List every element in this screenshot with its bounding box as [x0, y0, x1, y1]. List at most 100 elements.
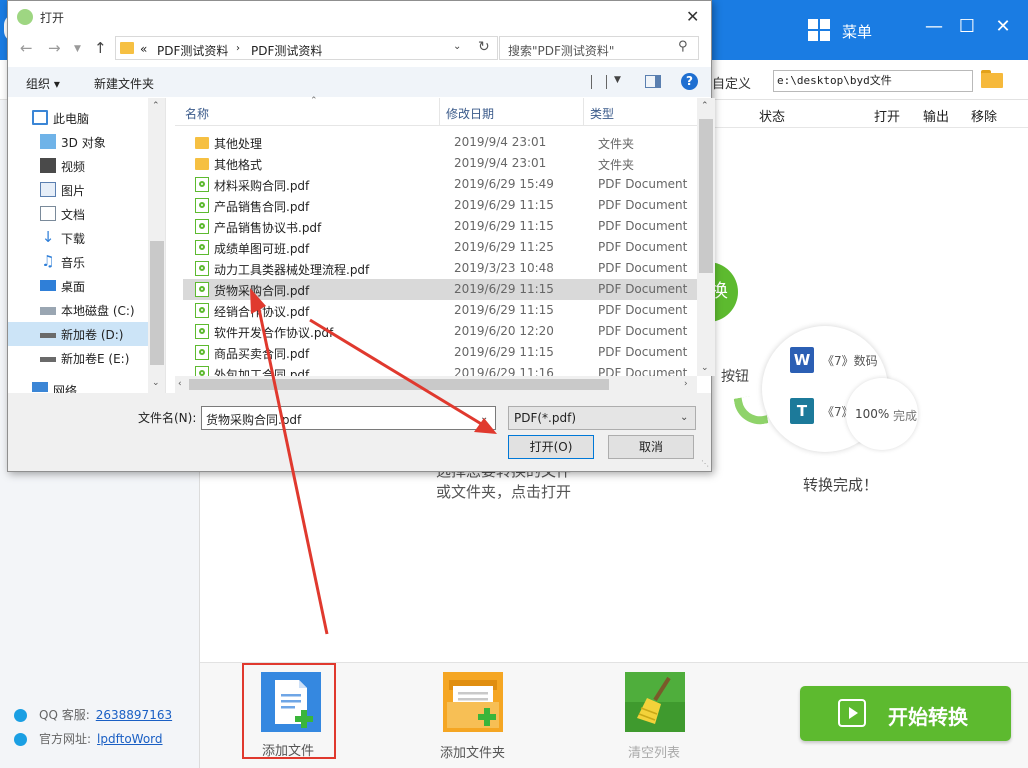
file-row[interactable]: 外包加工合同.pdf 2019/6/29 11:16 PDF Document	[183, 363, 697, 377]
filename-input[interactable]: 货物采购合同.pdf ⌄	[201, 406, 496, 430]
view-options-icon[interactable]	[591, 75, 607, 89]
resize-grip-icon[interactable]: ⋱	[701, 459, 709, 468]
scroll-left-icon[interactable]: ‹	[178, 379, 182, 389]
pdf-file-icon	[195, 345, 209, 360]
tree-scroll-thumb[interactable]	[150, 241, 164, 365]
tree-scroll-up-icon[interactable]: ⌃	[152, 101, 160, 111]
qq-label: QQ 客服:	[39, 708, 90, 722]
column-separator[interactable]	[439, 98, 440, 126]
address-overflow[interactable]: «	[140, 42, 147, 56]
file-row[interactable]: 产品销售协议书.pdf 2019/6/29 11:15 PDF Document	[183, 216, 697, 237]
up-icon[interactable]: ↑	[94, 39, 107, 57]
preview-pane-icon[interactable]	[645, 75, 661, 88]
recent-dropdown-icon[interactable]: ▼	[74, 44, 81, 54]
tree-item-3d-objects[interactable]: 3D 对象	[8, 130, 148, 154]
file-type: PDF Document	[598, 219, 688, 233]
file-type: PDF Document	[598, 261, 688, 275]
file-row[interactable]: 软件开发合作协议.pdf 2019/6/20 12:20 PDF Document	[183, 321, 697, 342]
view-dropdown-icon[interactable]: ▼	[614, 75, 621, 85]
new-folder-button[interactable]: 新建文件夹	[94, 75, 154, 92]
help-icon[interactable]: ?	[681, 73, 698, 90]
column-open: 打开	[874, 110, 901, 125]
qq-icon	[14, 709, 27, 722]
output-path-input[interactable]: e:\desktop\byd文件	[773, 70, 973, 92]
scroll-down-icon[interactable]: ⌄	[701, 363, 709, 373]
file-date: 2019/6/20 12:20	[454, 324, 554, 338]
address-segment[interactable]: PDF测试资料	[251, 42, 322, 59]
back-icon[interactable]: ←	[20, 39, 33, 57]
search-box[interactable]: 搜索"PDF测试资料" ⚲	[499, 36, 699, 60]
button-hint-label: 按钮	[721, 369, 749, 385]
pdf-file-icon	[195, 324, 209, 339]
organize-button[interactable]: 组织 ▾	[26, 75, 60, 92]
tree-item-network[interactable]: 网络	[8, 378, 148, 393]
file-date: 2019/6/29 11:15	[454, 345, 554, 359]
pdf-file-icon	[195, 282, 209, 297]
tree-item-downloads[interactable]: ↓ 下载	[8, 226, 148, 250]
tree-item-desktop[interactable]: 桌面	[8, 274, 148, 298]
tree-item-drive-e[interactable]: 新加卷E (E:)	[8, 346, 148, 370]
picture-icon	[40, 182, 56, 197]
tree-scroll-down-icon[interactable]: ⌄	[152, 378, 160, 388]
website-link[interactable]: lpdftoWord	[97, 732, 162, 746]
minimize-icon[interactable]: —	[919, 12, 949, 42]
file-row[interactable]: 其他处理 2019/9/4 23:01 文件夹	[183, 132, 697, 153]
file-name: 其他处理	[214, 137, 263, 151]
file-row[interactable]: 动力工具类器械处理流程.pdf 2019/3/23 10:48 PDF Docume…	[183, 258, 697, 279]
scroll-right-icon[interactable]: ›	[684, 379, 688, 389]
column-type[interactable]: 类型	[590, 105, 614, 122]
filename-dropdown-icon[interactable]: ⌄	[480, 412, 488, 423]
browse-folder-icon[interactable]	[981, 70, 1003, 88]
file-row[interactable]: 商品买卖合同.pdf 2019/6/29 11:15 PDF Document	[183, 342, 697, 363]
column-date[interactable]: 修改日期	[446, 105, 494, 122]
dialog-close-icon[interactable]: ✕	[686, 7, 699, 26]
file-row[interactable]: 产品销售合同.pdf 2019/6/29 11:15 PDF Document	[183, 195, 697, 216]
file-row[interactable]: 其他格式 2019/9/4 23:01 文件夹	[183, 153, 697, 174]
open-button[interactable]: 打开(O)	[508, 435, 594, 459]
start-convert-button[interactable]: 开始转换	[800, 686, 1011, 741]
tree-item-pictures[interactable]: 图片	[8, 178, 148, 202]
tree-item-drive-c[interactable]: 本地磁盘 (C:)	[8, 298, 148, 322]
cancel-button[interactable]: 取消	[608, 435, 694, 459]
file-list-columns: 名称 ⌃ 修改日期 类型	[175, 96, 697, 126]
file-row[interactable]: 经销合作协议.pdf 2019/6/29 11:15 PDF Document	[183, 300, 697, 321]
menu-label[interactable]: 菜单	[842, 21, 872, 42]
file-row[interactable]: 材料采购合同.pdf 2019/6/29 15:49 PDF Document	[183, 174, 697, 195]
column-name[interactable]: 名称	[185, 105, 209, 122]
custom-output-label[interactable]: 自定义	[712, 73, 751, 92]
qq-number-link[interactable]: 2638897163	[96, 708, 172, 722]
dialog-titlebar: 打开 ✕	[8, 1, 711, 33]
tree-item-videos[interactable]: 视频	[8, 154, 148, 178]
tree-item-music[interactable]: ♫ 音乐	[8, 250, 148, 274]
file-date: 2019/6/29 15:49	[454, 177, 554, 191]
file-list: 其他处理 2019/9/4 23:01 文件夹 其他格式 2019/9/4 23:01 文…	[175, 129, 697, 377]
file-date: 2019/6/29 11:25	[454, 240, 554, 254]
refresh-icon[interactable]: ↻	[478, 39, 490, 55]
forward-icon[interactable]: →	[48, 39, 61, 57]
file-type-select[interactable]: PDF(*.pdf) ⌄	[508, 406, 696, 430]
menu-grid-icon[interactable]	[808, 19, 830, 41]
file-row[interactable]: 成绩单图可班.pdf 2019/6/29 11:25 PDF Document	[183, 237, 697, 258]
tree-item-this-pc[interactable]: 此电脑	[8, 106, 148, 130]
address-dropdown-icon[interactable]: ⌄	[453, 41, 461, 52]
close-icon[interactable]: ✕	[988, 12, 1018, 42]
scroll-up-icon[interactable]: ⌃	[701, 101, 709, 111]
file-type: PDF Document	[598, 345, 688, 359]
file-name: 货物采购合同.pdf	[214, 284, 310, 298]
tree-item-documents[interactable]: 文档	[8, 202, 148, 226]
file-row[interactable]: 货物采购合同.pdf 2019/6/29 11:15 PDF Document	[183, 279, 697, 300]
file-list-hscroll-thumb[interactable]	[189, 379, 609, 390]
tree-item-drive-d[interactable]: 新加卷 (D:)	[8, 322, 148, 346]
address-segment[interactable]: PDF测试资料	[157, 42, 228, 59]
dialog-footer	[8, 393, 711, 471]
address-bar[interactable]: « PDF测试资料 › PDF测试资料 ⌄ ↻	[115, 36, 498, 60]
dialog-nav-row: ← → ▼ ↑ « PDF测试资料 › PDF测试资料 ⌄ ↻ 搜索"PDF测试…	[8, 33, 711, 63]
text-icon: T	[790, 398, 814, 424]
add-folder-label: 添加文件夹	[440, 746, 506, 761]
file-type: PDF Document	[598, 324, 688, 338]
search-icon[interactable]: ⚲	[678, 39, 688, 54]
file-list-scroll-thumb[interactable]	[699, 119, 713, 273]
open-file-dialog: 打开 ✕ ← → ▼ ↑ « PDF测试资料 › PDF测试资料 ⌄ ↻ 搜索"…	[7, 0, 715, 472]
maximize-icon[interactable]: ☐	[952, 12, 982, 42]
column-separator[interactable]	[583, 98, 584, 126]
